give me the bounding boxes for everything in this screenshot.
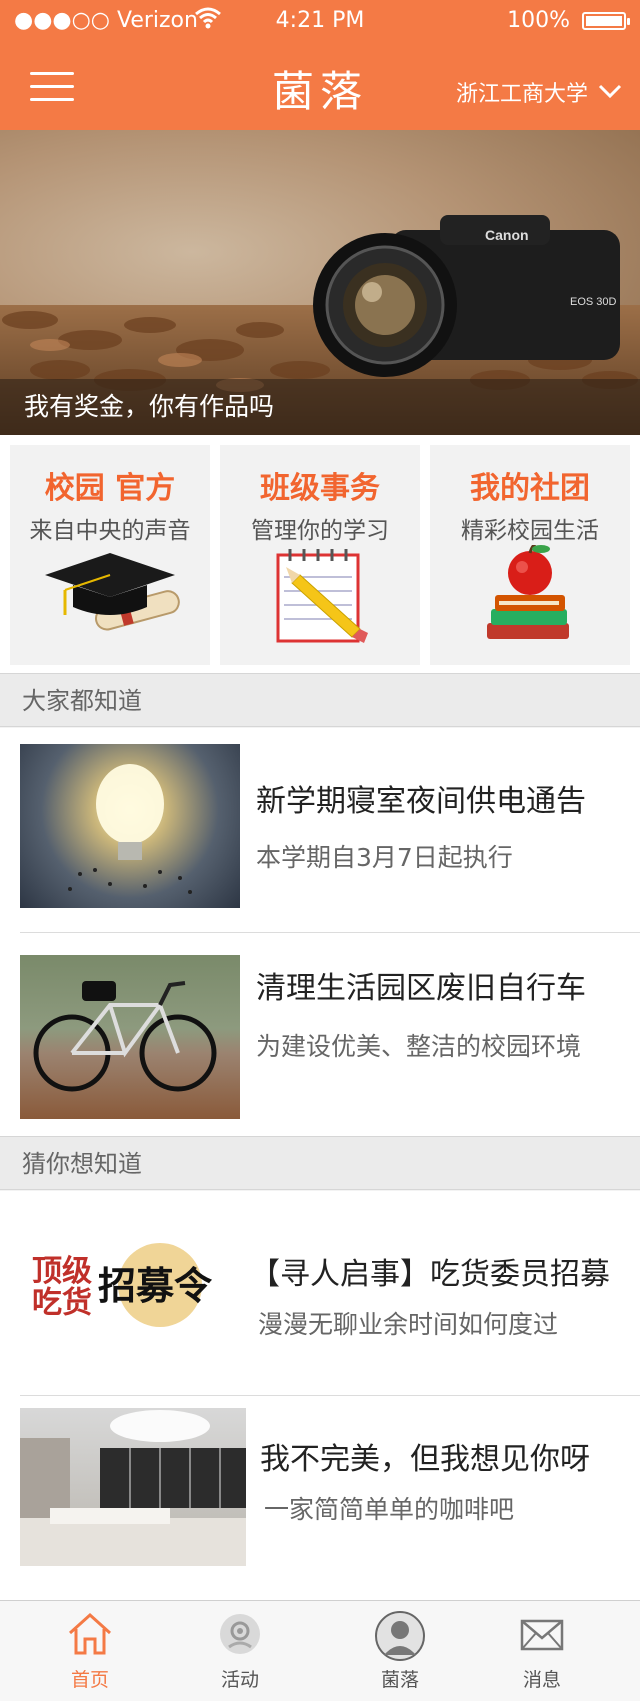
- category-title: 校园 官方: [44, 471, 176, 506]
- tab-label: 菌落: [380, 1669, 419, 1691]
- activity-icon: [160, 1609, 320, 1659]
- category-subtitle: 管理你的学习: [251, 518, 389, 544]
- school-label: 浙江工商大学: [455, 82, 588, 107]
- item-title: 清理生活园区废旧自行车: [256, 971, 586, 1006]
- item-subtitle: 一家简简单单的咖啡吧: [264, 1495, 515, 1524]
- tab-home[interactable]: 首页: [10, 1601, 170, 1701]
- category-subtitle: 来自中央的声音: [29, 518, 191, 544]
- tab-messages[interactable]: 消息: [462, 1601, 622, 1701]
- item-title: 新学期寝室夜间供电通告: [256, 784, 586, 819]
- category-grid: 校园 官方 来自中央的声音 班级事务 管理你的学习 我的社团 精彩校园生活: [0, 435, 640, 673]
- notepad-pencil-icon: [220, 545, 420, 645]
- list-item[interactable]: 顶级吃货 招募令 【寻人启事】吃货委员招募 漫漫无聊业余时间如何度过: [0, 1191, 640, 1396]
- section-heading: 猜你想知道: [0, 1136, 640, 1190]
- battery-percent: 100%: [507, 8, 570, 33]
- tab-community[interactable]: 菌落: [320, 1601, 480, 1701]
- section-heading: 大家都知道: [0, 673, 640, 727]
- svg-text:Canon: Canon: [485, 227, 529, 243]
- apple-books-icon: [430, 545, 630, 645]
- battery-icon: [582, 12, 630, 30]
- home-icon: [10, 1609, 170, 1659]
- news-list: 新学期寝室夜间供电通告 本学期自3月7日起执行 清理生活园区废旧自行车 为建设优…: [0, 728, 640, 1136]
- top-bar: ●●●○○ Verizon 4:21 PM 100% 菌落 浙江工商大学: [0, 0, 640, 130]
- status-bar: ●●●○○ Verizon 4:21 PM 100%: [0, 0, 640, 42]
- item-subtitle: 本学期自3月7日起执行: [256, 843, 513, 872]
- school-selector[interactable]: 浙江工商大学: [456, 76, 622, 108]
- lightbulb-thumbnail: [20, 744, 240, 908]
- item-subtitle: 漫漫无聊业余时间如何度过: [258, 1310, 559, 1339]
- bicycle-thumbnail: [20, 955, 240, 1119]
- recommend-list: 顶级吃货 招募令 【寻人启事】吃货委员招募 漫漫无聊业余时间如何度过 我不完美，…: [0, 1191, 640, 1600]
- foodie-recruit-thumbnail: 顶级吃货 招募令: [20, 1227, 240, 1347]
- list-item[interactable]: 清理生活园区废旧自行车 为建设优美、整洁的校园环境: [0, 933, 640, 1136]
- item-subtitle: 为建设优美、整洁的校园环境: [256, 1032, 582, 1061]
- tab-label: 首页: [70, 1669, 109, 1691]
- item-title: 【寻人启事】吃货委员招募: [250, 1257, 610, 1292]
- tab-bar: 首页 活动 菌落 消息: [0, 1600, 640, 1701]
- profile-icon: [320, 1609, 480, 1663]
- category-my-clubs[interactable]: 我的社团 精彩校园生活: [430, 445, 630, 665]
- graduation-cap-icon: [10, 545, 210, 645]
- list-item[interactable]: 新学期寝室夜间供电通告 本学期自3月7日起执行: [0, 728, 640, 933]
- mail-icon: [462, 1609, 622, 1659]
- camera-image: Canon EOS 30D: [313, 215, 620, 377]
- tab-label: 活动: [220, 1669, 259, 1691]
- list-item[interactable]: 我不完美，但我想见你呀 一家简简单单的咖啡吧: [0, 1396, 640, 1600]
- category-title: 班级事务: [260, 471, 380, 506]
- category-class-affairs[interactable]: 班级事务 管理你的学习: [220, 445, 420, 665]
- svg-text:顶级吃货: 顶级吃货: [32, 1254, 92, 1321]
- tab-label: 消息: [522, 1669, 561, 1691]
- chevron-down-icon: [598, 80, 622, 105]
- tab-activity[interactable]: 活动: [160, 1601, 320, 1701]
- svg-text:EOS 30D: EOS 30D: [570, 296, 617, 308]
- category-subtitle: 精彩校园生活: [461, 518, 599, 544]
- category-title: 我的社团: [470, 471, 590, 506]
- svg-text:招募令: 招募令: [98, 1263, 213, 1308]
- category-campus-official[interactable]: 校园 官方 来自中央的声音: [10, 445, 210, 665]
- banner[interactable]: Canon EOS 30D 我有奖金，你有作品吗: [0, 130, 640, 435]
- item-title: 我不完美，但我想见你呀: [260, 1442, 590, 1477]
- banner-caption: 我有奖金，你有作品吗: [0, 379, 640, 435]
- cafe-thumbnail: [20, 1408, 246, 1566]
